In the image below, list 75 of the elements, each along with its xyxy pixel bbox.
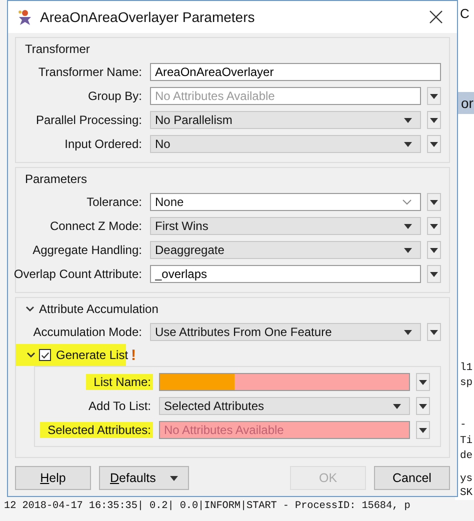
background-text: SK <box>460 487 473 499</box>
caret-icon[interactable] <box>430 118 438 122</box>
field-label: Parallel Processing: <box>34 112 143 128</box>
background-text: Ti <box>460 435 473 447</box>
caret-icon[interactable] <box>430 94 438 98</box>
caret-icon[interactable] <box>419 404 427 408</box>
dropdown[interactable]: None <box>150 193 421 211</box>
section-title: Attribute Accumulation <box>39 302 158 316</box>
menu-button[interactable] <box>427 217 441 235</box>
caret-icon[interactable] <box>430 272 438 276</box>
dialog-button[interactable]: Defaults <box>99 466 189 490</box>
menu-button[interactable] <box>416 397 430 415</box>
field-label: Connect Z Mode: <box>48 218 143 234</box>
field-label: Transformer Name: <box>37 64 143 80</box>
section-title: Parameters <box>25 172 88 186</box>
caret-icon[interactable] <box>419 380 427 384</box>
dropdown[interactable]: No Parallelism <box>150 111 421 129</box>
window-title: AreaOnAreaOverlayer Parameters <box>40 9 256 25</box>
chevron-icon[interactable] <box>26 350 36 360</box>
dialog-button[interactable]: Cancel <box>374 466 450 490</box>
checkbox[interactable] <box>39 349 51 361</box>
field-label: Aggregate Handling: <box>32 242 143 258</box>
field-label: Add To List: <box>88 398 152 414</box>
close-icon[interactable] <box>429 10 443 24</box>
caret-icon[interactable] <box>404 118 412 122</box>
caret-icon[interactable] <box>393 404 401 408</box>
log-line: 12 2018-04-17 16:35:35| 0.2| 0.0|INFORM|START - ProcessID: 15684, p <box>4 500 412 514</box>
chevron-icon[interactable] <box>25 304 35 314</box>
menu-button[interactable] <box>416 421 430 439</box>
text-field[interactable]: No Attributes Available <box>159 421 410 439</box>
caret-icon[interactable] <box>430 224 438 228</box>
menu-button[interactable] <box>427 135 441 153</box>
menu-button[interactable] <box>427 241 441 259</box>
background-text: l1 <box>460 362 473 374</box>
background-text: sp <box>460 377 473 389</box>
field-label: Selected Attributes: <box>40 422 153 438</box>
caret-icon[interactable] <box>404 330 412 334</box>
text-field[interactable]: _overlaps <box>150 265 421 283</box>
menu-button[interactable] <box>427 265 441 283</box>
field-label: List Name: <box>86 374 153 390</box>
field-label: Input Ordered: <box>64 136 143 152</box>
menu-button[interactable] <box>427 193 441 211</box>
background-text: ys <box>460 473 473 485</box>
caret-icon[interactable] <box>170 476 178 480</box>
dialog-button[interactable]: Help <box>15 466 91 490</box>
text-field[interactable]: No Attributes Available <box>150 87 421 105</box>
section-title: Transformer <box>25 42 90 56</box>
dropdown[interactable]: Deaggregate <box>150 241 421 259</box>
text-field[interactable] <box>159 373 410 391</box>
background-text: - <box>460 419 466 431</box>
caret-icon[interactable] <box>419 428 427 432</box>
field-label: Tolerance: <box>86 194 143 210</box>
background-text: C <box>460 6 470 21</box>
menu-button[interactable] <box>427 323 441 341</box>
dropdown[interactable]: Selected Attributes <box>159 397 410 415</box>
text-field[interactable]: AreaOnAreaOverlayer <box>150 63 441 81</box>
menu-button[interactable] <box>416 373 430 391</box>
warning-mark: ! <box>131 346 136 364</box>
menu-button[interactable] <box>427 87 441 105</box>
caret-icon[interactable] <box>404 248 412 252</box>
dropdown[interactable]: First Wins <box>150 217 421 235</box>
dropdown[interactable]: No <box>150 135 421 153</box>
caret-icon[interactable] <box>404 142 412 146</box>
caret-icon[interactable] <box>430 248 438 252</box>
background-text: de <box>460 450 473 462</box>
dropdown[interactable]: Use Attributes From One Feature <box>150 323 421 341</box>
menu-button[interactable] <box>427 111 441 129</box>
field-label: Accumulation Mode: <box>32 324 143 340</box>
caret-icon[interactable] <box>404 224 412 228</box>
caret-icon[interactable] <box>430 142 438 146</box>
field-label: Group By: <box>86 88 143 104</box>
app-icon <box>16 8 34 26</box>
caret-icon[interactable] <box>430 330 438 334</box>
field-label: Overlap Count Attribute: <box>12 266 143 282</box>
caret-icon[interactable] <box>430 200 438 204</box>
